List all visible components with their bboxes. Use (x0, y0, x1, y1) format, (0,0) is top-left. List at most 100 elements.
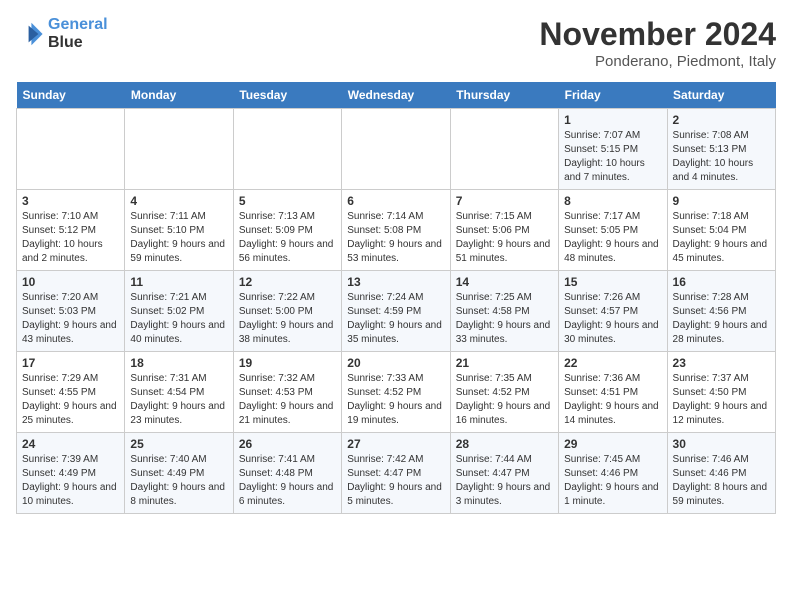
day-info: Sunrise: 7:36 AMSunset: 4:51 PMDaylight:… (564, 372, 661, 428)
day-number: 3 (22, 194, 119, 208)
calendar-cell: 17 Sunrise: 7:29 AMSunset: 4:55 PMDayligh… (17, 352, 125, 433)
day-number: 6 (347, 194, 444, 208)
day-number: 20 (347, 356, 444, 370)
day-info: Sunrise: 7:37 AMSunset: 4:50 PMDaylight:… (673, 372, 770, 428)
weekday-header-cell: Wednesday (342, 82, 450, 109)
day-number: 17 (22, 356, 119, 370)
calendar-cell: 16 Sunrise: 7:28 AMSunset: 4:56 PMDayligh… (667, 271, 775, 352)
day-info: Sunrise: 7:11 AMSunset: 5:10 PMDaylight:… (130, 210, 227, 266)
day-info: Sunrise: 7:41 AMSunset: 4:48 PMDaylight:… (239, 453, 336, 509)
day-info: Sunrise: 7:20 AMSunset: 5:03 PMDaylight:… (22, 291, 119, 347)
calendar-cell (450, 109, 558, 190)
weekday-header-cell: Tuesday (233, 82, 341, 109)
calendar-cell: 22 Sunrise: 7:36 AMSunset: 4:51 PMDayligh… (559, 352, 667, 433)
day-number: 7 (456, 194, 553, 208)
calendar-cell: 29 Sunrise: 7:45 AMSunset: 4:46 PMDayligh… (559, 433, 667, 514)
weekday-header-cell: Sunday (17, 82, 125, 109)
day-info: Sunrise: 7:45 AMSunset: 4:46 PMDaylight:… (564, 453, 661, 509)
day-number: 8 (564, 194, 661, 208)
calendar-cell: 6 Sunrise: 7:14 AMSunset: 5:08 PMDaylight… (342, 190, 450, 271)
calendar-cell: 13 Sunrise: 7:24 AMSunset: 4:59 PMDayligh… (342, 271, 450, 352)
logo: General Blue (16, 16, 108, 53)
day-info: Sunrise: 7:39 AMSunset: 4:49 PMDaylight:… (22, 453, 119, 509)
calendar-cell: 18Sunrise: 7:31 AMSunset: 4:54 PMDayligh… (125, 352, 233, 433)
calendar-cell: 11 Sunrise: 7:21 AMSunset: 5:02 PMDayligh… (125, 271, 233, 352)
day-number: 24 (22, 437, 119, 451)
day-info: Sunrise: 7:26 AMSunset: 4:57 PMDaylight:… (564, 291, 661, 347)
day-number: 11 (130, 275, 227, 289)
day-info: Sunrise: 7:15 AMSunset: 5:06 PMDaylight:… (456, 210, 553, 266)
day-info: Sunrise: 7:42 AMSunset: 4:47 PMDaylight:… (347, 453, 444, 509)
day-number: 22 (564, 356, 661, 370)
day-info: Sunrise: 7:24 AMSunset: 4:59 PMDaylight:… (347, 291, 444, 347)
day-info: Sunrise: 7:46 AMSunset: 4:46 PMDaylight:… (673, 453, 770, 509)
day-info: Sunrise: 7:21 AMSunset: 5:02 PMDaylight:… (130, 291, 227, 347)
day-number: 13 (347, 275, 444, 289)
day-number: 1 (564, 113, 661, 127)
day-info: Sunrise: 7:33 AMSunset: 4:52 PMDaylight:… (347, 372, 444, 428)
day-info: Sunrise: 7:35 AMSunset: 4:52 PMDaylight:… (456, 372, 553, 428)
logo-line1: General (48, 16, 108, 33)
day-number: 15 (564, 275, 661, 289)
calendar-row: 1Sunrise: 7:07 AMSunset: 5:15 PMDaylight… (17, 109, 776, 190)
day-info: Sunrise: 7:10 AMSunset: 5:12 PMDaylight:… (22, 210, 119, 266)
day-number: 30 (673, 437, 770, 451)
day-number: 19 (239, 356, 336, 370)
weekday-header-cell: Thursday (450, 82, 558, 109)
calendar-row: 17 Sunrise: 7:29 AMSunset: 4:55 PMDayligh… (17, 352, 776, 433)
header: General Blue November 2024 Ponderano, Pi… (16, 16, 776, 70)
day-number: 27 (347, 437, 444, 451)
calendar-cell: 28 Sunrise: 7:44 AMSunset: 4:47 PMDayligh… (450, 433, 558, 514)
day-number: 28 (456, 437, 553, 451)
calendar-cell: 23Sunrise: 7:37 AMSunset: 4:50 PMDayligh… (667, 352, 775, 433)
day-info: Sunrise: 7:28 AMSunset: 4:56 PMDaylight:… (673, 291, 770, 347)
calendar-cell: 19 Sunrise: 7:32 AMSunset: 4:53 PMDayligh… (233, 352, 341, 433)
day-number: 16 (673, 275, 770, 289)
calendar-cell: 15 Sunrise: 7:26 AMSunset: 4:57 PMDayligh… (559, 271, 667, 352)
calendar-cell (342, 109, 450, 190)
weekday-header-cell: Monday (125, 82, 233, 109)
calendar-cell: 14 Sunrise: 7:25 AMSunset: 4:58 PMDayligh… (450, 271, 558, 352)
day-number: 4 (130, 194, 227, 208)
title-area: November 2024 Ponderano, Piedmont, Italy (539, 16, 776, 70)
day-number: 10 (22, 275, 119, 289)
calendar-cell: 30 Sunrise: 7:46 AMSunset: 4:46 PMDayligh… (667, 433, 775, 514)
day-info: Sunrise: 7:29 AMSunset: 4:55 PMDaylight:… (22, 372, 119, 428)
day-info: Sunrise: 7:40 AMSunset: 4:49 PMDaylight:… (130, 453, 227, 509)
day-number: 5 (239, 194, 336, 208)
calendar-cell (233, 109, 341, 190)
calendar-cell: 20 Sunrise: 7:33 AMSunset: 4:52 PMDayligh… (342, 352, 450, 433)
calendar-cell: 7 Sunrise: 7:15 AMSunset: 5:06 PMDaylight… (450, 190, 558, 271)
calendar-cell: 24 Sunrise: 7:39 AMSunset: 4:49 PMDayligh… (17, 433, 125, 514)
calendar-cell: 12Sunrise: 7:22 AMSunset: 5:00 PMDayligh… (233, 271, 341, 352)
location: Ponderano, Piedmont, Italy (539, 53, 776, 70)
day-info: Sunrise: 7:25 AMSunset: 4:58 PMDaylight:… (456, 291, 553, 347)
day-info: Sunrise: 7:32 AMSunset: 4:53 PMDaylight:… (239, 372, 336, 428)
calendar-table: SundayMondayTuesdayWednesdayThursdayFrid… (16, 82, 776, 514)
day-number: 14 (456, 275, 553, 289)
day-number: 26 (239, 437, 336, 451)
calendar-cell: 21 Sunrise: 7:35 AMSunset: 4:52 PMDayligh… (450, 352, 558, 433)
day-number: 29 (564, 437, 661, 451)
day-info: Sunrise: 7:18 AMSunset: 5:04 PMDaylight:… (673, 210, 770, 266)
calendar-cell: 10 Sunrise: 7:20 AMSunset: 5:03 PMDayligh… (17, 271, 125, 352)
calendar-cell: 25Sunrise: 7:40 AMSunset: 4:49 PMDayligh… (125, 433, 233, 514)
calendar-cell (17, 109, 125, 190)
day-number: 18 (130, 356, 227, 370)
day-info: Sunrise: 7:22 AMSunset: 5:00 PMDaylight:… (239, 291, 336, 347)
calendar-cell: 5Sunrise: 7:13 AMSunset: 5:09 PMDaylight… (233, 190, 341, 271)
calendar-cell: 8Sunrise: 7:17 AMSunset: 5:05 PMDaylight… (559, 190, 667, 271)
calendar-cell: 9 Sunrise: 7:18 AMSunset: 5:04 PMDaylight… (667, 190, 775, 271)
day-info: Sunrise: 7:14 AMSunset: 5:08 PMDaylight:… (347, 210, 444, 266)
weekday-header-row: SundayMondayTuesdayWednesdayThursdayFrid… (17, 82, 776, 109)
logo-icon (16, 20, 44, 48)
day-number: 2 (673, 113, 770, 127)
day-info: Sunrise: 7:44 AMSunset: 4:47 PMDaylight:… (456, 453, 553, 509)
calendar-cell (125, 109, 233, 190)
calendar-row: 24 Sunrise: 7:39 AMSunset: 4:49 PMDayligh… (17, 433, 776, 514)
calendar-cell: 27 Sunrise: 7:42 AMSunset: 4:47 PMDayligh… (342, 433, 450, 514)
day-number: 21 (456, 356, 553, 370)
calendar-cell: 2Sunrise: 7:08 AMSunset: 5:13 PMDaylight… (667, 109, 775, 190)
calendar-cell: 4 Sunrise: 7:11 AMSunset: 5:10 PMDaylight… (125, 190, 233, 271)
day-number: 9 (673, 194, 770, 208)
